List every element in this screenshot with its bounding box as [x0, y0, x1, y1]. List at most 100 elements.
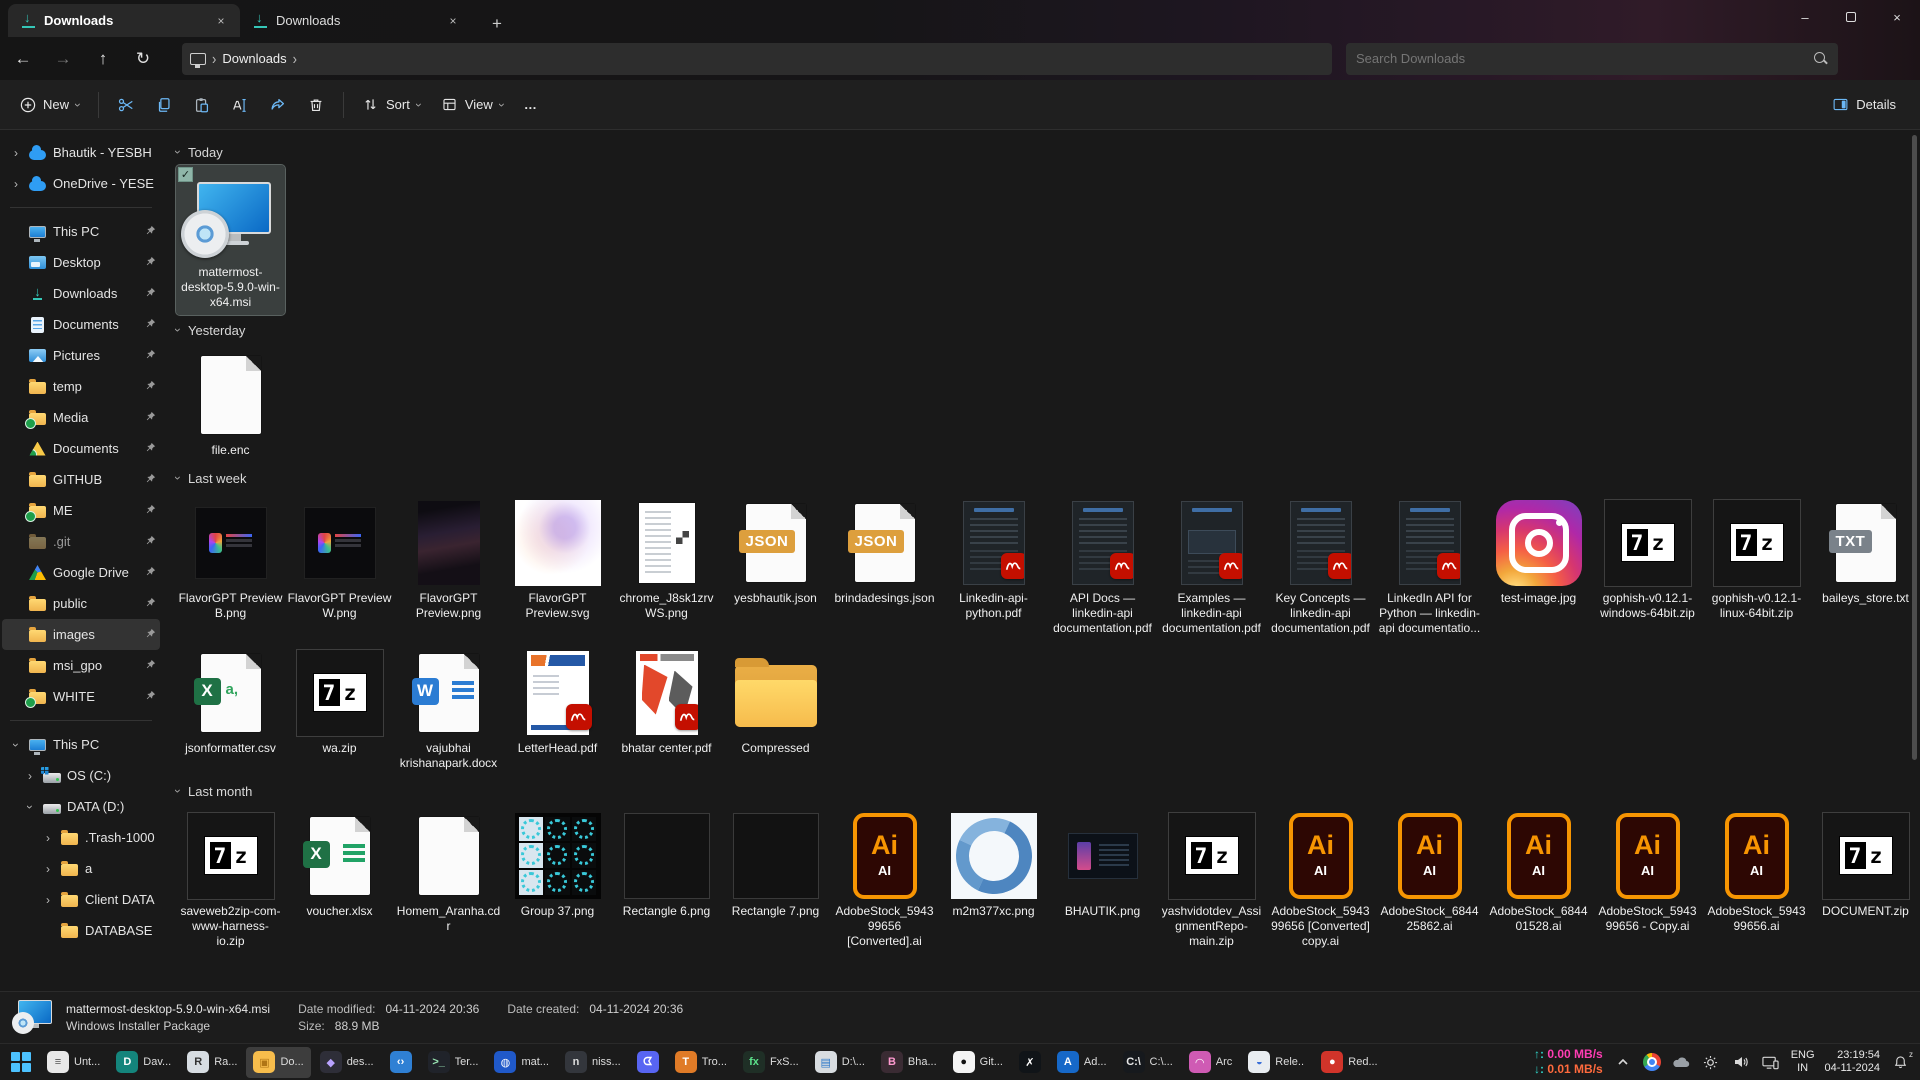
section-header-last-month[interactable]: ›Last month: [176, 778, 1920, 804]
file-tile[interactable]: LetterHead.pdf: [503, 641, 612, 761]
file-tile[interactable]: Xvoucher.xlsx: [285, 804, 394, 924]
taskbar-app-terminal[interactable]: >_Ter...: [421, 1047, 486, 1078]
details-pane-button[interactable]: Details: [1822, 88, 1906, 122]
taskbar-app-x-app[interactable]: ✗: [1012, 1047, 1048, 1078]
clock[interactable]: 23:19:5404-11-2024: [1825, 1049, 1880, 1075]
taskbar-app-generic-orange[interactable]: TTro...: [668, 1047, 734, 1078]
file-tile[interactable]: API Docs — linkedin-api documentation.pd…: [1048, 491, 1157, 641]
taskbar-app-fxsound[interactable]: fxFxS...: [736, 1047, 806, 1078]
chevron-right-icon[interactable]: ›: [24, 769, 36, 783]
view-button[interactable]: View ›: [431, 88, 514, 122]
minimize-button[interactable]: –: [1782, 0, 1828, 34]
sidebar-item-documents[interactable]: Documents: [2, 309, 160, 340]
sidebar-item-downloads[interactable]: ↓Downloads: [2, 278, 160, 309]
notification-bell-icon[interactable]: z: [1890, 1052, 1910, 1072]
taskbar-app-generic-dark2[interactable]: nniss...: [558, 1047, 628, 1078]
taskbar-app-davinci[interactable]: DDav...: [109, 1047, 178, 1078]
sidebar-item-me[interactable]: ME: [2, 495, 160, 526]
sidebar-item-data-d-[interactable]: ›DATA (D:): [2, 791, 160, 822]
chevron-down-icon[interactable]: ›: [9, 739, 23, 751]
file-tile[interactable]: ✓mattermost-desktop-5.9.0-win-x64.msi: [176, 165, 285, 315]
taskbar-app-file-explorer[interactable]: ▣Do...: [246, 1047, 310, 1078]
tray-overflow-chevron-icon[interactable]: [1613, 1052, 1633, 1072]
back-button[interactable]: ←: [6, 44, 40, 74]
refresh-button[interactable]: ↻: [126, 44, 160, 74]
sidebar-item-this-pc[interactable]: This PC: [2, 216, 160, 247]
selected-checkbox[interactable]: ✓: [178, 167, 193, 182]
tab-close-icon[interactable]: ×: [444, 12, 462, 30]
onedrive-cloud-icon[interactable]: [1671, 1052, 1691, 1072]
file-tile[interactable]: LinkedIn API for Python — linkedin-api d…: [1375, 491, 1484, 641]
chevron-right-icon[interactable]: ›: [42, 893, 54, 907]
taskbar-app-generic-dark3[interactable]: BBha...: [874, 1047, 944, 1078]
sidebar-item-database[interactable]: DATABASE: [2, 915, 160, 946]
file-tile[interactable]: JSONyesbhautik.json: [721, 491, 830, 611]
chevron-right-icon[interactable]: ›: [42, 862, 54, 876]
sidebar-item-documents[interactable]: Documents: [2, 433, 160, 464]
delete-button[interactable]: [297, 88, 335, 122]
paste-button[interactable]: [183, 88, 221, 122]
sidebar-item-white[interactable]: WHITE: [2, 681, 160, 712]
sidebar-item-desktop[interactable]: Desktop: [2, 247, 160, 278]
rename-button[interactable]: [221, 88, 259, 122]
new-button[interactable]: New ›: [10, 88, 90, 122]
sidebar-item-media[interactable]: Media: [2, 402, 160, 433]
taskbar-app-notepad[interactable]: ≡Unt...: [40, 1047, 107, 1078]
up-button[interactable]: ↑: [86, 44, 120, 74]
cast-device-icon[interactable]: [1761, 1052, 1781, 1072]
file-tile[interactable]: Wvajubhai krishanapark.docx: [394, 641, 503, 776]
chevron-down-icon[interactable]: ›: [23, 801, 37, 813]
sidebar-item-images[interactable]: images: [2, 619, 160, 650]
search-icon[interactable]: [1814, 52, 1828, 66]
chevron-right-icon[interactable]: ›: [10, 146, 22, 160]
explorer-tab[interactable]: Downloads×: [240, 4, 472, 37]
search-input[interactable]: [1356, 51, 1814, 66]
sidebar-item-os-c-[interactable]: ›OS (C:): [2, 760, 160, 791]
file-tile[interactable]: bhatar center.pdf: [612, 641, 721, 761]
file-tile[interactable]: JSONbrindadesings.json: [830, 491, 939, 611]
sidebar-item-public[interactable]: public: [2, 588, 160, 619]
taskbar-app-discord[interactable]: ᗧ: [630, 1047, 666, 1078]
file-tile[interactable]: Xa,jsonformatter.csv: [176, 641, 285, 761]
file-tile[interactable]: FlavorGPT Preview W.png: [285, 491, 394, 626]
sidebar-item-a[interactable]: ›a: [2, 853, 160, 884]
file-tile[interactable]: m2m377xc.png: [939, 804, 1048, 924]
taskbar-app-mattermost[interactable]: ◍mat...: [487, 1047, 556, 1078]
file-tile[interactable]: Linkedin-api-python.pdf: [939, 491, 1048, 626]
file-tile[interactable]: Rectangle 7.png: [721, 804, 830, 924]
sidebar-item-google-drive[interactable]: Google Drive: [2, 557, 160, 588]
more-options-button[interactable]: …: [514, 88, 547, 122]
file-tile[interactable]: AiAIAdobeStock_684425862.ai: [1375, 804, 1484, 939]
taskbar-app-generic-light[interactable]: RRa...: [180, 1047, 244, 1078]
file-tile[interactable]: FlavorGPT Preview B.png: [176, 491, 285, 626]
sort-button[interactable]: Sort ›: [352, 88, 431, 122]
taskbar-app-github[interactable]: ●Git...: [946, 1047, 1010, 1078]
file-tile[interactable]: AiAIAdobeStock_594399656 [Converted] cop…: [1266, 804, 1375, 954]
new-tab-button[interactable]: +: [482, 11, 512, 37]
address-bar[interactable]: › Downloads ›: [182, 43, 1332, 75]
taskbar-app-vscode[interactable]: ‹›: [383, 1047, 419, 1078]
file-tile[interactable]: AiAIAdobeStock_684401528.ai: [1484, 804, 1593, 939]
file-tile[interactable]: file.enc: [176, 343, 285, 463]
section-header-yesterday[interactable]: ›Yesterday: [176, 317, 1920, 343]
file-tile[interactable]: 7zwa.zip: [285, 641, 394, 761]
volume-icon[interactable]: [1731, 1052, 1751, 1072]
breadcrumb[interactable]: Downloads: [222, 51, 286, 66]
file-tile[interactable]: Compressed: [721, 641, 830, 761]
file-tile[interactable]: 7zgophish-v0.12.1-windows-64bit.zip: [1593, 491, 1702, 626]
taskbar-app-generic-dark[interactable]: ◆des...: [313, 1047, 381, 1078]
file-tile[interactable]: Key Concepts — linkedin-api documentatio…: [1266, 491, 1375, 641]
chevron-right-icon[interactable]: ›: [10, 177, 22, 191]
taskbar-app-arc[interactable]: ◠Arc: [1182, 1047, 1240, 1078]
taskbar-app-generic-red[interactable]: ●Red...: [1314, 1047, 1384, 1078]
sidebar-item-this-pc[interactable]: ›This PC: [2, 729, 160, 760]
maximize-button[interactable]: [1828, 0, 1874, 34]
scrollbar-thumb[interactable]: [1912, 135, 1917, 760]
sidebar-item-github[interactable]: GITHUB: [2, 464, 160, 495]
taskbar-app-cmd[interactable]: C:\C:\...: [1116, 1047, 1180, 1078]
sidebar-item-client-data[interactable]: ›Client DATA: [2, 884, 160, 915]
file-tile[interactable]: 7zsaveweb2zip-com-www-harness-io.zip: [176, 804, 285, 954]
copy-button[interactable]: [145, 88, 183, 122]
close-button[interactable]: ×: [1874, 0, 1920, 34]
sidebar-item-pictures[interactable]: Pictures: [2, 340, 160, 371]
